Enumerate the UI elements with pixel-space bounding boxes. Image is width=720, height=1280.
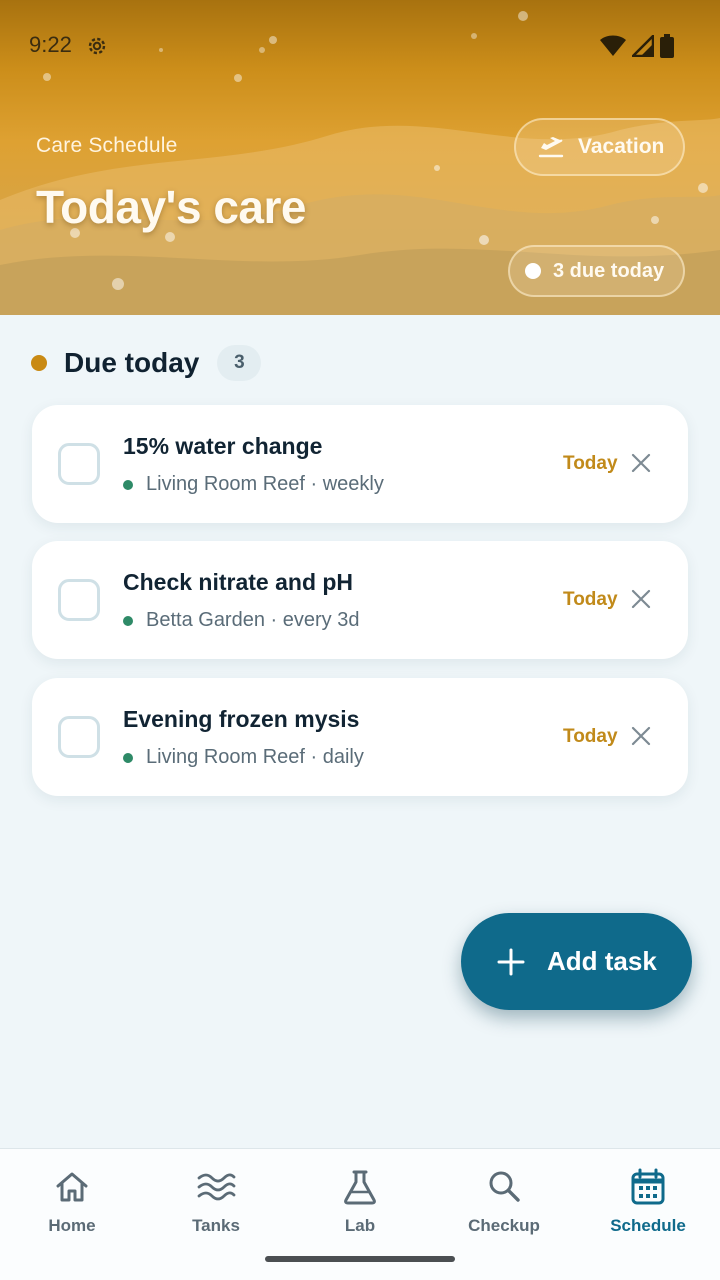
nav-label: Home <box>48 1216 96 1235</box>
nav-item-home[interactable]: Home <box>0 1167 144 1236</box>
nav-item-schedule[interactable]: Schedule <box>576 1167 720 1236</box>
status-time: 9:22 <box>29 32 72 57</box>
nav-item-tanks[interactable]: Tanks <box>144 1167 288 1236</box>
add-task-label: Add task <box>547 946 657 976</box>
header-banner: 9:22 Care Schedule Today's care Vacation… <box>0 0 720 315</box>
close-icon[interactable] <box>630 725 652 747</box>
section-dot <box>31 355 47 371</box>
task-title: 15% water change <box>123 433 323 459</box>
task-checkbox[interactable] <box>58 443 100 485</box>
vacation-button[interactable]: Vacation <box>514 118 685 176</box>
home-icon <box>56 1172 88 1202</box>
airplane-takeoff-icon <box>538 137 564 158</box>
close-icon[interactable] <box>630 452 652 474</box>
tank-dot <box>123 752 133 763</box>
task-due-label: Today <box>563 453 618 474</box>
task-meta-text: Betta Garden · every 3d <box>146 609 360 631</box>
tank-dot <box>123 479 133 490</box>
gear-icon <box>88 37 106 55</box>
section-header-due-today: Due today 3 <box>31 343 262 383</box>
close-icon[interactable] <box>630 588 652 610</box>
plus-icon <box>497 948 525 975</box>
home-indicator[interactable] <box>265 1256 455 1262</box>
nav-label: Lab <box>344 1216 376 1235</box>
due-today-badge: 3 due today <box>508 245 685 297</box>
signal-icon <box>632 35 654 57</box>
status-bar: 9:22 <box>0 0 720 90</box>
task-due-label: Today <box>563 589 618 610</box>
task-meta: Betta Garden · every 3d <box>123 609 359 632</box>
task-meta-text: Living Room Reef · weekly <box>146 473 384 495</box>
header-eyebrow: Care Schedule <box>36 134 178 157</box>
task-title: Evening frozen mysis <box>123 706 360 732</box>
task-meta-text: Living Room Reef · daily <box>146 746 364 768</box>
task-checkbox[interactable] <box>58 716 100 758</box>
task-card[interactable]: 15% water change Living Room Reef · week… <box>32 405 688 523</box>
flask-icon <box>344 1170 376 1205</box>
waves-icon <box>197 1173 236 1201</box>
page-title: Today's care <box>36 181 307 233</box>
section-count-badge: 3 <box>217 345 262 381</box>
task-due-label: Today <box>563 726 618 747</box>
add-task-button[interactable]: Add task <box>461 913 692 1010</box>
tank-dot <box>123 615 133 626</box>
task-card[interactable]: Check nitrate and pH Betta Garden · ever… <box>32 541 688 659</box>
calendar-icon <box>631 1168 665 1205</box>
nav-label: Tanks <box>192 1216 240 1235</box>
wifi-icon <box>600 35 626 56</box>
nav-item-lab[interactable]: Lab <box>288 1167 432 1236</box>
section-title: Due today <box>64 347 200 378</box>
due-today-label: 3 due today <box>553 259 665 282</box>
search-icon <box>489 1171 520 1202</box>
task-card[interactable]: Evening frozen mysis Living Room Reef · … <box>32 678 688 796</box>
task-checkbox[interactable] <box>58 579 100 621</box>
task-title: Check nitrate and pH <box>123 569 354 595</box>
status-dot <box>525 263 541 279</box>
task-meta: Living Room Reef · weekly <box>123 473 384 496</box>
task-meta: Living Room Reef · daily <box>123 746 364 769</box>
nav-label: Schedule <box>610 1216 686 1235</box>
vacation-label: Vacation <box>578 135 665 158</box>
nav-item-checkup[interactable]: Checkup <box>432 1167 576 1236</box>
battery-icon <box>660 34 674 58</box>
nav-label: Checkup <box>468 1216 540 1235</box>
